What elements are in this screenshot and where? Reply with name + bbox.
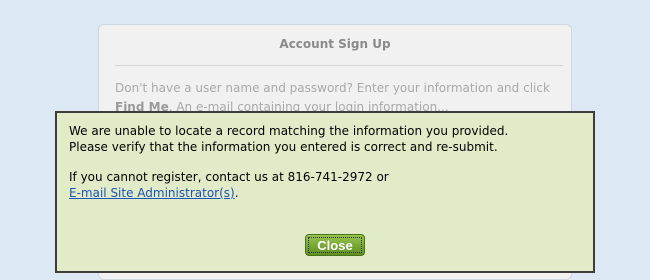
error-dialog: We are unable to locate a record matchin…: [55, 111, 595, 273]
contact-line: If you cannot register, contact us at 81…: [69, 170, 389, 184]
error-line-1: We are unable to locate a record matchin…: [69, 124, 509, 138]
signup-card-divider: [115, 65, 563, 66]
error-message: We are unable to locate a record matchin…: [69, 123, 585, 201]
signup-card-title: Account Sign Up: [279, 37, 391, 51]
email-admin-link[interactable]: E-mail Site Administrator(s): [69, 186, 235, 200]
error-line-2: Please verify that the information you e…: [69, 140, 498, 154]
link-suffix: .: [234, 186, 239, 200]
signup-card-text-start: Don't have a user name and password? Ent…: [115, 81, 550, 95]
close-button[interactable]: Close: [305, 234, 365, 256]
admin-link-line: E-mail Site Administrator(s).: [69, 185, 585, 201]
